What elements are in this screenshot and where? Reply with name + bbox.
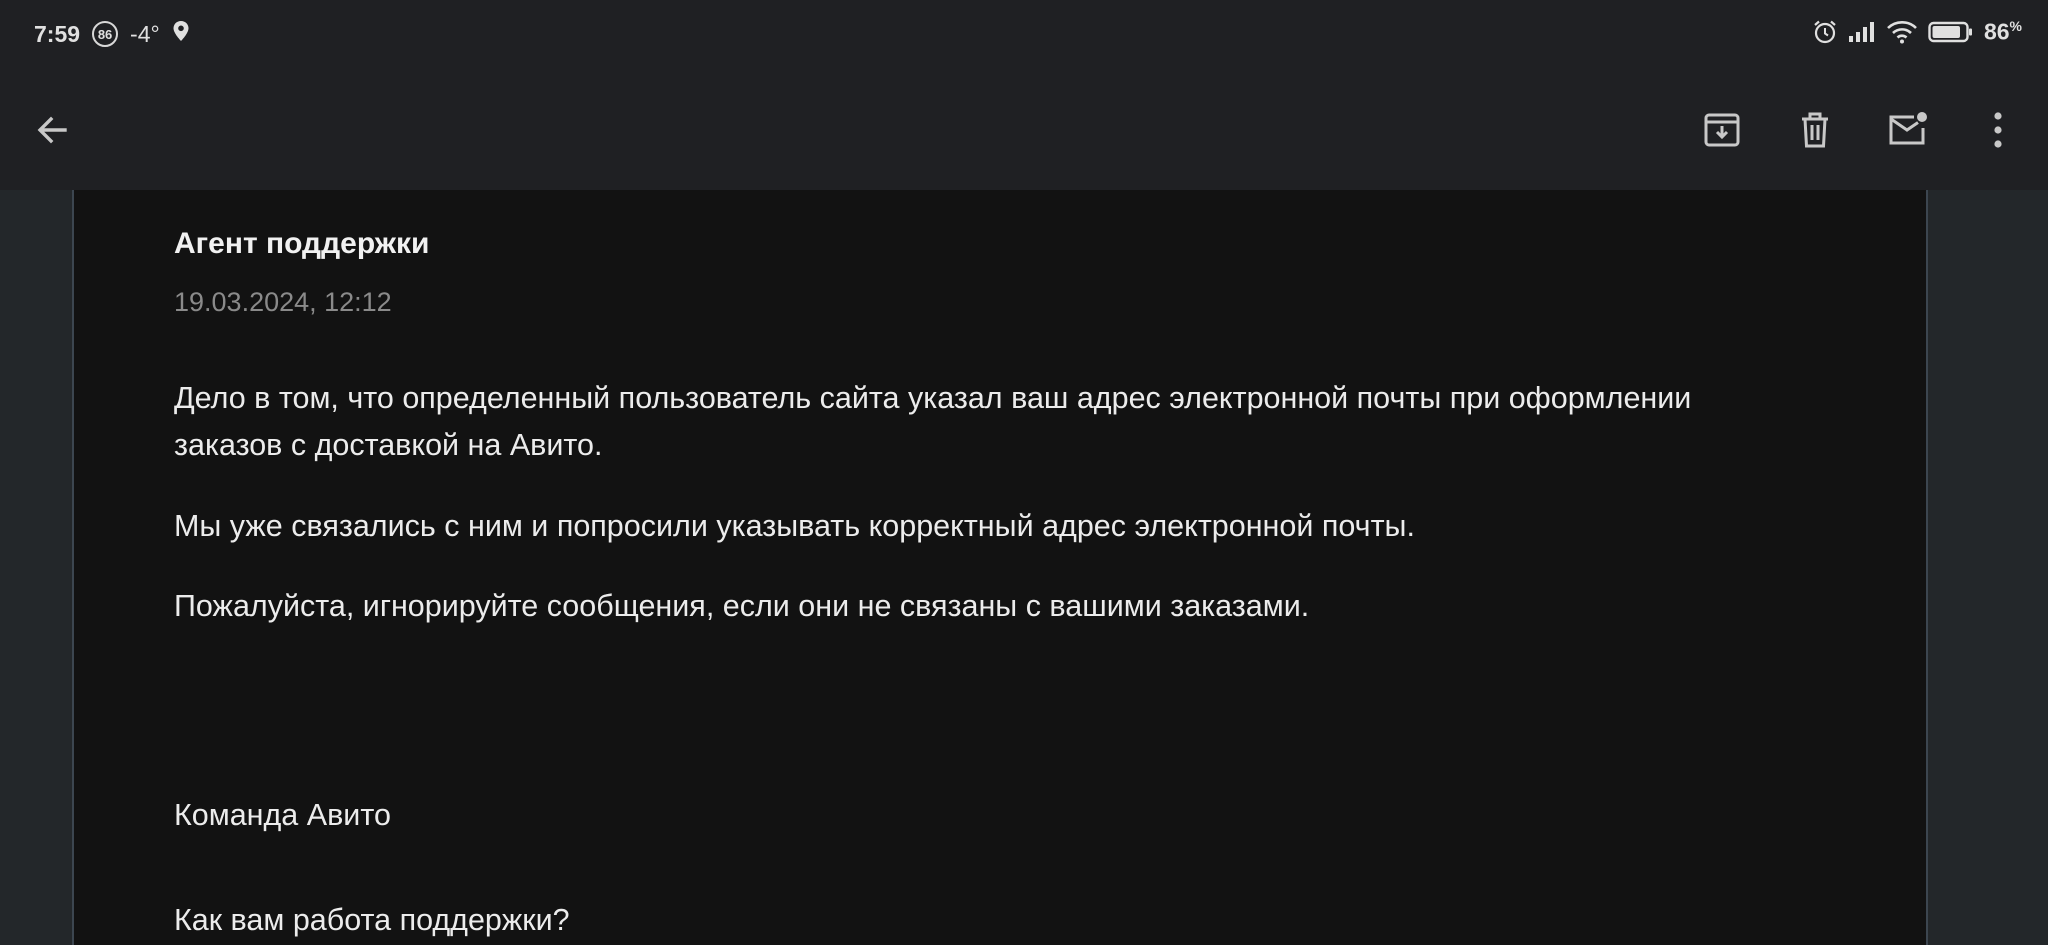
message-date: 19.03.2024, 12:12 xyxy=(174,287,392,317)
signal-icon xyxy=(1848,21,1876,43)
more-options-button[interactable] xyxy=(1966,98,2030,162)
message-paragraph: Дело в том, что определенный пользовател… xyxy=(174,381,1692,462)
status-bar: 7:59 86 -4° 86% xyxy=(0,0,2048,68)
status-bar-right: 86% xyxy=(1812,18,2022,46)
delete-icon xyxy=(1802,112,1828,148)
notification-badge-icon: 86 xyxy=(92,21,119,47)
status-temperature: -4° xyxy=(130,20,160,47)
mark-unread-button[interactable] xyxy=(1876,98,1940,162)
status-bar-left: 7:59 86 -4° xyxy=(34,20,190,48)
mark-unread-icon xyxy=(1889,112,1927,145)
battery-percent: 86% xyxy=(1983,18,2022,45)
message-paragraph: Пожалуйста, игнорируйте сообщения, если … xyxy=(174,589,1310,623)
archive-button[interactable] xyxy=(1690,98,1754,162)
delete-button[interactable] xyxy=(1783,98,1847,162)
status-time: 7:59 xyxy=(34,20,81,47)
more-vert-icon xyxy=(1994,112,2002,148)
message-paragraph: Мы уже связались с ним и попросили указы… xyxy=(174,509,1415,543)
archive-icon xyxy=(1704,113,1740,147)
arrow-back-icon xyxy=(37,116,67,144)
back-button[interactable] xyxy=(20,98,84,162)
location-icon xyxy=(172,20,190,48)
message-signature: Команда Авито xyxy=(174,798,391,832)
battery-icon xyxy=(1928,20,1974,44)
alarm-icon xyxy=(1812,19,1838,45)
wifi-icon xyxy=(1886,20,1918,44)
feedback-question: Как вам работа поддержки? xyxy=(174,903,570,937)
app-bar xyxy=(0,68,2048,190)
sender-name: Агент поддержки xyxy=(174,227,430,260)
